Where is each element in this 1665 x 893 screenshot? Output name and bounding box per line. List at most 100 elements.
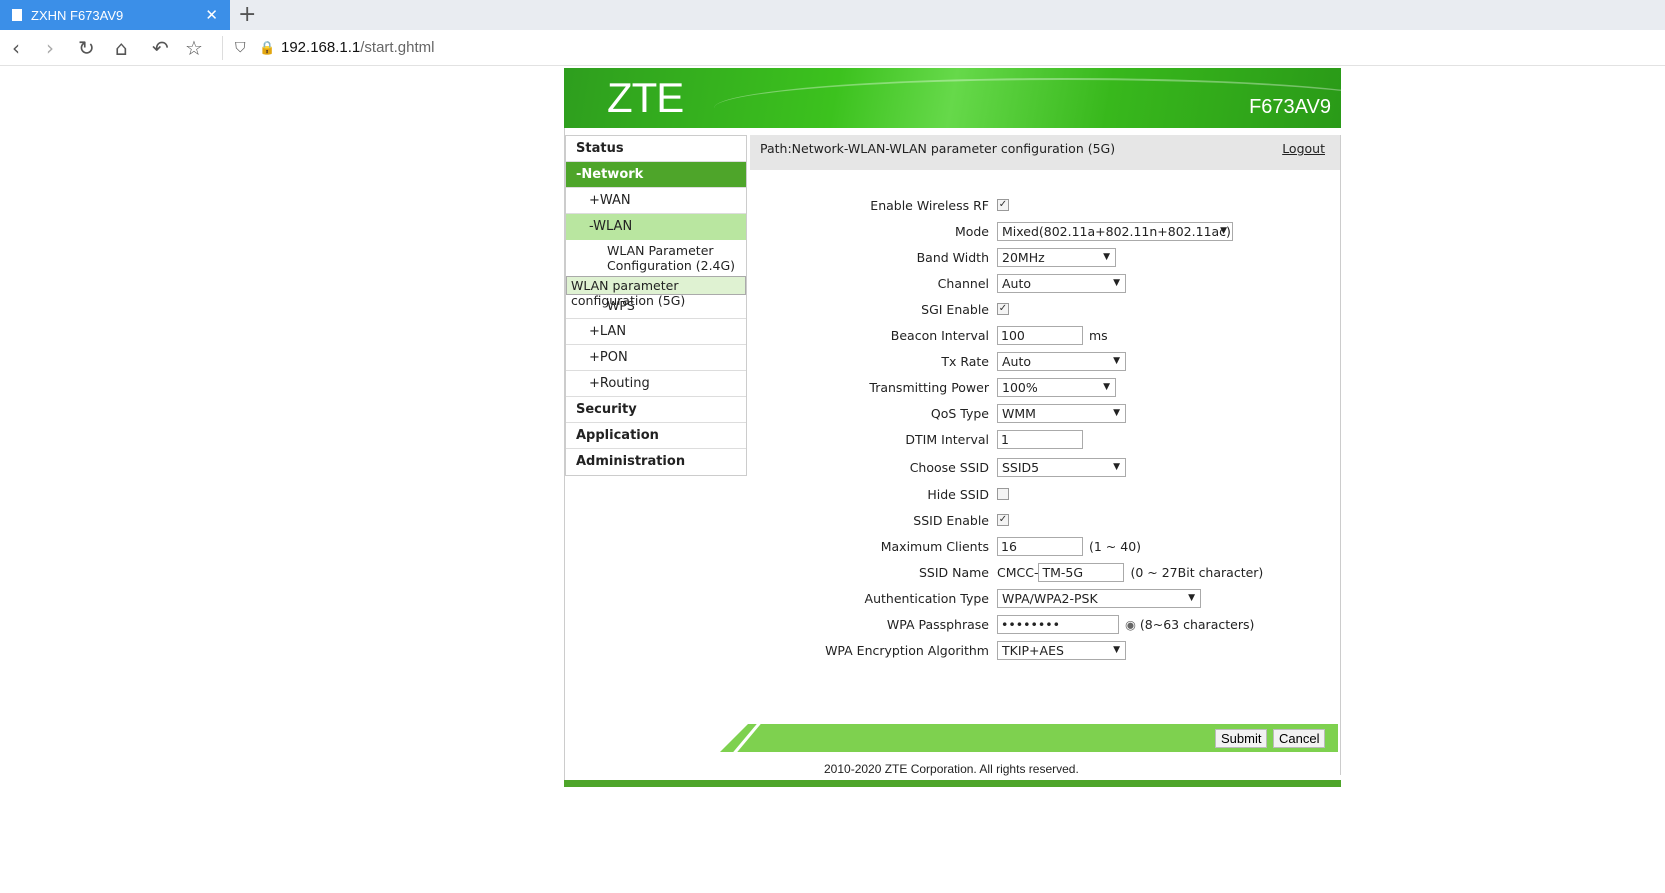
selected-value: TKIP+AES (1002, 643, 1064, 659)
label: Channel (937, 275, 989, 291)
home-icon[interactable]: ⌂ (115, 36, 128, 60)
selected-value: WMM (1002, 406, 1036, 422)
sidebar-item-wlan[interactable]: -WLAN (566, 214, 746, 240)
transmitting-power-select[interactable]: 100% ▼ (997, 378, 1116, 398)
address-toolbar: ‹ › ↻ ⌂ ↶ ☆ ⛉ 🔒 192.168.1.1/start.ghtml (0, 30, 1665, 66)
sidebar-item-lan[interactable]: +LAN (566, 319, 746, 345)
dropdown-arrow-icon: ▼ (1103, 382, 1110, 393)
tab-title: ZXHN F673AV9 (31, 7, 124, 23)
dropdown-arrow-icon: ▼ (1188, 592, 1195, 603)
authentication-type-select[interactable]: WPA/WPA2-PSK ▼ (997, 588, 1201, 608)
label: Maximum Clients (880, 538, 989, 554)
divider (222, 36, 223, 60)
breadcrumb: Path:Network-WLAN-WLAN parameter configu… (750, 135, 1340, 170)
new-tab-icon[interactable]: + (238, 2, 256, 27)
logout-link[interactable]: Logout (1282, 141, 1325, 156)
sidebar-item-application[interactable]: Application (566, 423, 746, 449)
label: SSID Name (918, 564, 989, 580)
label: Transmitting Power (869, 380, 989, 396)
selected-value: Auto (1002, 275, 1032, 291)
sidebar-item-wlan-5g[interactable]: WLAN parameter configuration (5G) (566, 276, 746, 308)
dropdown-arrow-icon: ▼ (1220, 225, 1227, 236)
path-text: Path:Network-WLAN-WLAN parameter configu… (760, 141, 1116, 156)
selected-value: Auto (1002, 354, 1032, 370)
dropdown-arrow-icon: ▼ (1113, 277, 1120, 288)
band-width-select[interactable]: 20MHz ▼ (997, 247, 1116, 267)
maximum-clients-input[interactable]: 16 (997, 536, 1083, 556)
sidebar-item-administration[interactable]: Administration (566, 449, 746, 475)
url-path: /start.ghtml (360, 39, 435, 56)
qos-type-select[interactable]: WMM ▼ (997, 404, 1126, 424)
ssid-enable-checkbox[interactable]: ✓ (997, 514, 1009, 527)
selected-value: Mixed(802.11a+802.11n+802.11ac) (1002, 223, 1231, 239)
sidebar: Status -Network +WAN -WLAN WLAN Paramete… (565, 135, 747, 476)
dtim-interval-input[interactable]: 1 (997, 430, 1083, 450)
label: WPA Passphrase (886, 617, 989, 633)
ssid-prefix: CMCC- (997, 564, 1039, 580)
content-panel: Path:Network-WLAN-WLAN parameter configu… (750, 135, 1341, 775)
label: WPA Encryption Algorithm (825, 643, 989, 659)
close-tab-icon[interactable]: ✕ (205, 6, 218, 24)
wpa-passphrase-input[interactable]: •••••••• (997, 615, 1119, 635)
sidebar-item-routing[interactable]: +Routing (566, 371, 746, 397)
selected-value: SSID5 (1002, 460, 1040, 476)
label: DTIM Interval (905, 432, 989, 448)
selected-value: 100% (1002, 380, 1038, 396)
selected-value: WPA/WPA2-PSK (1002, 590, 1098, 606)
zte-logo: ZTE (607, 74, 684, 121)
label: Tx Rate (941, 354, 989, 370)
hint: (0 ~ 27Bit character) (1130, 564, 1264, 580)
show-password-eye-icon[interactable]: ◉ (1125, 617, 1136, 632)
back-icon[interactable]: ‹ (12, 36, 20, 60)
label: Authentication Type (864, 590, 989, 606)
forward-icon[interactable]: › (46, 36, 54, 60)
unit-label: ms (1089, 328, 1108, 344)
dropdown-arrow-icon: ▼ (1113, 356, 1120, 367)
reload-icon[interactable]: ↻ (78, 36, 95, 60)
tx-rate-select[interactable]: Auto ▼ (997, 352, 1126, 372)
mode-select[interactable]: Mixed(802.11a+802.11n+802.11ac) ▼ (997, 221, 1233, 241)
submit-button[interactable]: Submit (1215, 729, 1268, 748)
choose-ssid-select[interactable]: SSID5 ▼ (997, 458, 1126, 478)
page-icon (12, 9, 22, 21)
channel-select[interactable]: Auto ▼ (997, 273, 1126, 293)
shield-icon[interactable]: ⛉ (235, 40, 246, 56)
star-icon[interactable]: ☆ (185, 36, 203, 60)
label: Mode (954, 223, 989, 239)
wpa-encryption-select[interactable]: TKIP+AES ▼ (997, 641, 1126, 661)
hint: (1 ~ 40) (1089, 538, 1142, 554)
dropdown-arrow-icon: ▼ (1113, 462, 1120, 473)
enable-wireless-rf-checkbox[interactable]: ✓ (997, 199, 1009, 212)
label: SGI Enable (921, 301, 989, 317)
browser-tab[interactable]: ZXHN F673AV9 ✕ (0, 0, 230, 30)
sidebar-item-security[interactable]: Security (566, 397, 746, 423)
label: QoS Type (930, 406, 989, 422)
sidebar-item-status[interactable]: Status (566, 136, 746, 162)
dropdown-arrow-icon: ▼ (1113, 408, 1120, 419)
sgi-enable-checkbox[interactable]: ✓ (997, 303, 1009, 316)
ssid-name-input[interactable]: TM-5G (1038, 562, 1125, 582)
sidebar-item-pon[interactable]: +PON (566, 345, 746, 371)
sidebar-item-wlan-24g[interactable]: WLAN Parameter Configuration (2.4G) (566, 240, 746, 276)
banner: ZTE F673AV9 (564, 68, 1341, 128)
label: Hide SSID (927, 486, 989, 502)
sidebar-item-wan[interactable]: +WAN (566, 188, 746, 214)
browser-tab-bar: ZXHN F673AV9 ✕ + (0, 0, 1665, 30)
undo-icon[interactable]: ↶ (152, 36, 169, 60)
footer-bar (564, 780, 1341, 787)
label: Band Width (916, 249, 989, 265)
copyright: 2010-2020 ZTE Corporation. All rights re… (824, 762, 1079, 776)
beacon-interval-input[interactable]: 100 (997, 326, 1083, 346)
hide-ssid-checkbox[interactable] (997, 488, 1009, 501)
label: SSID Enable (913, 512, 989, 528)
label: Enable Wireless RF (870, 197, 989, 213)
url-field[interactable]: 192.168.1.1/start.ghtml (281, 39, 434, 56)
label: Beacon Interval (890, 328, 989, 344)
wlan-form: Enable Wireless RF ✓ Mode Mixed(802.11a+80… (750, 192, 1341, 664)
label: Choose SSID (909, 460, 989, 476)
sidebar-item-network[interactable]: -Network (566, 162, 746, 188)
dropdown-arrow-icon: ▼ (1103, 251, 1110, 262)
selected-value: 20MHz (1002, 249, 1045, 265)
cancel-button[interactable]: Cancel (1273, 729, 1326, 748)
insecure-lock-icon[interactable]: 🔒 (259, 41, 275, 56)
